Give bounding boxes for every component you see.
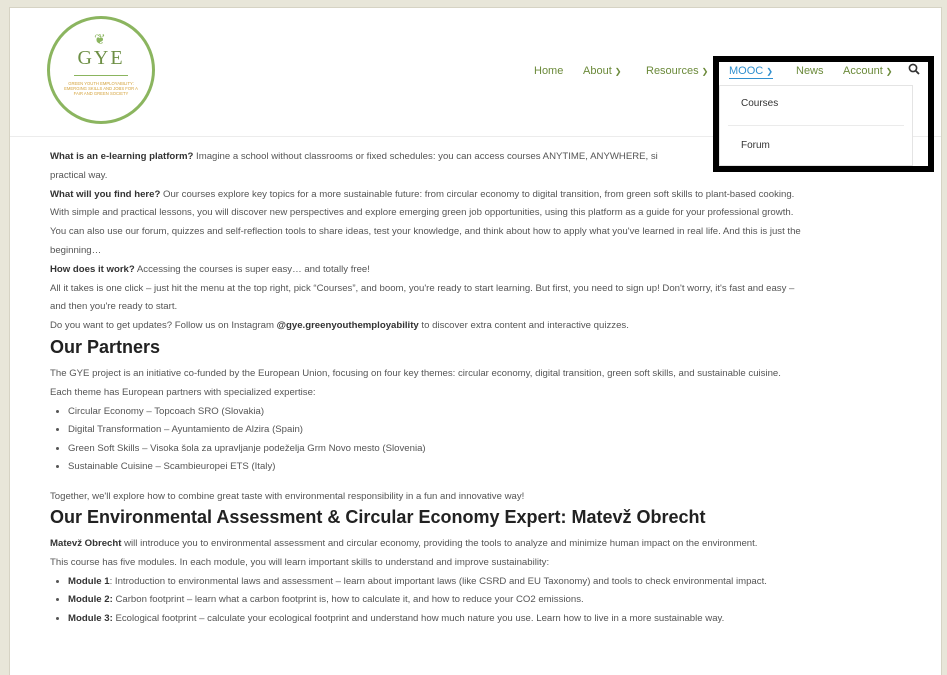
list-item: Green Soft Skills – Visoka šola za uprav… bbox=[68, 440, 930, 459]
nav-home-label: Home bbox=[534, 65, 564, 77]
intro-paragraph-3b: All it takes is one click – just hit the… bbox=[50, 282, 795, 294]
mooc-dropdown-menu: Courses Forum bbox=[719, 85, 913, 166]
main-content: What is an e-learning platform? Imagine … bbox=[50, 148, 930, 628]
nav-news[interactable]: News bbox=[796, 65, 824, 77]
intro-question-3: How does it work? bbox=[50, 263, 135, 275]
list-item: Module 2: Carbon footprint – learn what … bbox=[68, 591, 930, 610]
expert-name: Matevž Obrecht bbox=[50, 538, 122, 550]
module-label: Module 2: bbox=[68, 594, 113, 606]
menu-divider bbox=[728, 125, 904, 126]
instagram-link[interactable]: @gye.greenyouthemployability bbox=[277, 320, 419, 331]
list-item: Sustainable Cuisine – Scambieuropei ETS … bbox=[68, 458, 930, 477]
partners-paragraph-1: The GYE project is an initiative co-fund… bbox=[50, 367, 781, 379]
menu-item-forum[interactable]: Forum bbox=[741, 140, 770, 151]
chevron-down-icon: ❯ bbox=[766, 67, 773, 76]
intro-question-1: What is an e-learning platform? bbox=[50, 151, 194, 162]
intro-paragraph-3c: and then you're ready to start. bbox=[50, 301, 178, 313]
module-label: Module 1 bbox=[68, 575, 110, 587]
list-item: Digital Transformation – Ayuntamiento de… bbox=[68, 421, 930, 440]
expert-heading: Our Environmental Assessment & Circular … bbox=[50, 507, 706, 528]
chevron-down-icon: ❯ bbox=[885, 67, 893, 76]
nav-news-label: News bbox=[796, 65, 824, 77]
partners-outro: Together, we'll explore how to combine g… bbox=[50, 490, 525, 502]
partners-paragraph-2: Each theme has European partners with sp… bbox=[50, 386, 316, 398]
partners-heading: Our Partners bbox=[50, 336, 161, 357]
chevron-down-icon: ❯ bbox=[701, 67, 709, 76]
nav-mooc-label: MOOC bbox=[729, 65, 764, 77]
nav-account[interactable]: Account ❯ bbox=[843, 65, 892, 77]
nav-home[interactable]: Home bbox=[534, 65, 563, 77]
modules-list: Module 1: Introduction to environmental … bbox=[50, 573, 930, 629]
nav-resources[interactable]: Resources ❯ bbox=[646, 65, 708, 77]
intro-paragraph-3: How does it work? Accessing the courses … bbox=[50, 261, 930, 280]
main-nav: Home About ❯ Resources ❯ MOOC ❯ News Accoun… bbox=[10, 65, 941, 85]
expert-paragraph-2: This course has five modules. In each mo… bbox=[50, 557, 550, 569]
intro-paragraph-2c: You can also use our forum, quizzes and … bbox=[50, 226, 801, 238]
nav-about[interactable]: About ❯ bbox=[583, 65, 621, 77]
module-text: Carbon footprint – learn what a carbon f… bbox=[112, 594, 584, 606]
intro-question-2: What will you find here? bbox=[50, 188, 161, 200]
search-icon[interactable] bbox=[908, 63, 920, 75]
list-item: Module 1: Introduction to environmental … bbox=[68, 573, 930, 592]
intro-answer-1: Imagine a school without classrooms or f… bbox=[193, 151, 658, 162]
intro-answer-3: Accessing the courses is super easy… and… bbox=[134, 263, 370, 275]
list-item: Module 3: Ecological footprint – calcula… bbox=[68, 610, 930, 629]
intro-answer-2: Our courses explore key topics for a mor… bbox=[160, 188, 795, 200]
chevron-down-icon: ❯ bbox=[614, 67, 622, 76]
nav-account-label: Account bbox=[843, 65, 883, 77]
intro-paragraph-2: What will you find here? Our courses exp… bbox=[50, 186, 930, 205]
list-item: Circular Economy – Topcoach SRO (Slovaki… bbox=[68, 403, 930, 422]
nav-about-label: About bbox=[583, 65, 612, 77]
expert-paragraph-1: Matevž Obrecht will introduce you to env… bbox=[50, 535, 930, 554]
intro-paragraph-2b: With simple and practical lessons, you w… bbox=[50, 207, 794, 219]
menu-item-courses[interactable]: Courses bbox=[741, 98, 778, 109]
expert-intro-text: will introduce you to environmental asse… bbox=[121, 538, 758, 550]
leaf-icon: ❦ bbox=[94, 31, 106, 47]
page-frame: ❦ GYE GREEN YOUTH EMPLOYABILITY: EMERGIN… bbox=[10, 8, 941, 675]
module-text: Ecological footprint – calculate your ec… bbox=[112, 612, 725, 624]
module-label: Module 3: bbox=[68, 612, 113, 624]
module-text: : Introduction to environmental laws and… bbox=[109, 575, 767, 587]
intro-paragraph-2d: beginning… bbox=[50, 244, 102, 256]
nav-mooc[interactable]: MOOC ❯ bbox=[729, 65, 773, 79]
intro-paragraph-1b: practical way. bbox=[50, 169, 108, 181]
updates-text-end: to discover extra content and interactiv… bbox=[418, 320, 629, 332]
nav-resources-label: Resources bbox=[646, 65, 699, 77]
updates-text: Do you want to get updates? Follow us on… bbox=[50, 320, 277, 332]
updates-paragraph: Do you want to get updates? Follow us on… bbox=[50, 317, 930, 336]
partners-list: Circular Economy – Topcoach SRO (Slovaki… bbox=[50, 403, 930, 477]
